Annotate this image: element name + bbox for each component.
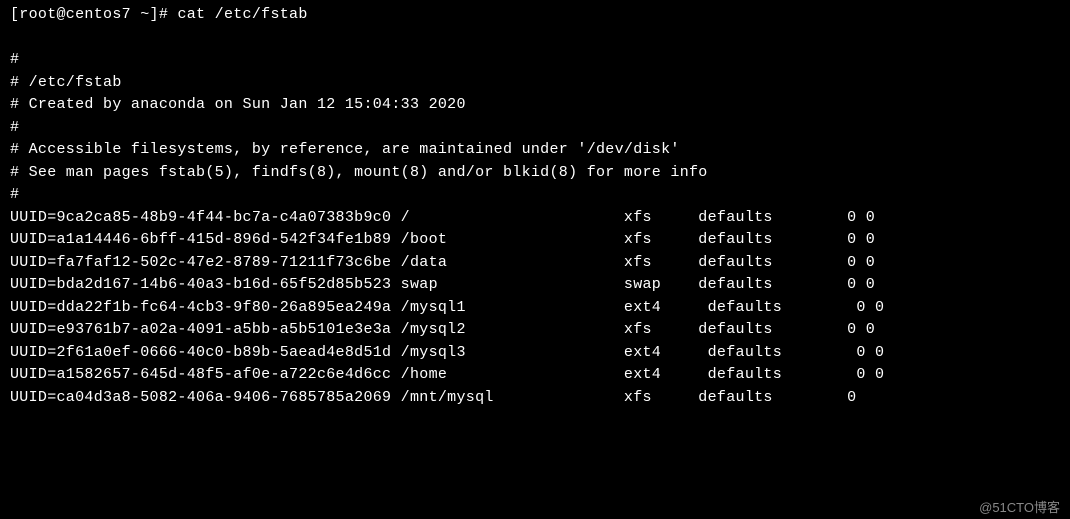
fstab-entry: UUID=bda2d167-14b6-40a3-b16d-65f52d85b52… <box>10 276 875 293</box>
comment-line: # Created by anaconda on Sun Jan 12 15:0… <box>10 96 466 113</box>
command-text: cat /etc/fstab <box>177 6 307 23</box>
comment-line: # <box>10 51 19 68</box>
shell-prompt: [root@centos7 ~]# <box>10 6 177 23</box>
comment-line: # <box>10 119 19 136</box>
comment-line: # /etc/fstab <box>10 74 122 91</box>
fstab-entry: UUID=a1a14446-6bff-415d-896d-542f34fe1b8… <box>10 231 875 248</box>
comment-line: # Accessible filesystems, by reference, … <box>10 141 680 158</box>
fstab-entry: UUID=9ca2ca85-48b9-4f44-bc7a-c4a07383b9c… <box>10 209 875 226</box>
fstab-entry: UUID=dda22f1b-fc64-4cb3-9f80-26a895ea249… <box>10 299 884 316</box>
fstab-entry: UUID=a1582657-645d-48f5-af0e-a722c6e4d6c… <box>10 366 884 383</box>
comment-line: # <box>10 186 19 203</box>
terminal-output[interactable]: [root@centos7 ~]# cat /etc/fstab # # /et… <box>0 0 1070 413</box>
watermark-text: @51CTO博客 <box>979 498 1060 518</box>
fstab-entry: UUID=2f61a0ef-0666-40c0-b89b-5aead4e8d51… <box>10 344 884 361</box>
fstab-entry: UUID=e93761b7-a02a-4091-a5bb-a5b5101e3e3… <box>10 321 875 338</box>
comment-line: # See man pages fstab(5), findfs(8), mou… <box>10 164 708 181</box>
fstab-entry: UUID=ca04d3a8-5082-406a-9406-7685785a206… <box>10 389 866 406</box>
fstab-entry: UUID=fa7faf12-502c-47e2-8789-71211f73c6b… <box>10 254 875 271</box>
